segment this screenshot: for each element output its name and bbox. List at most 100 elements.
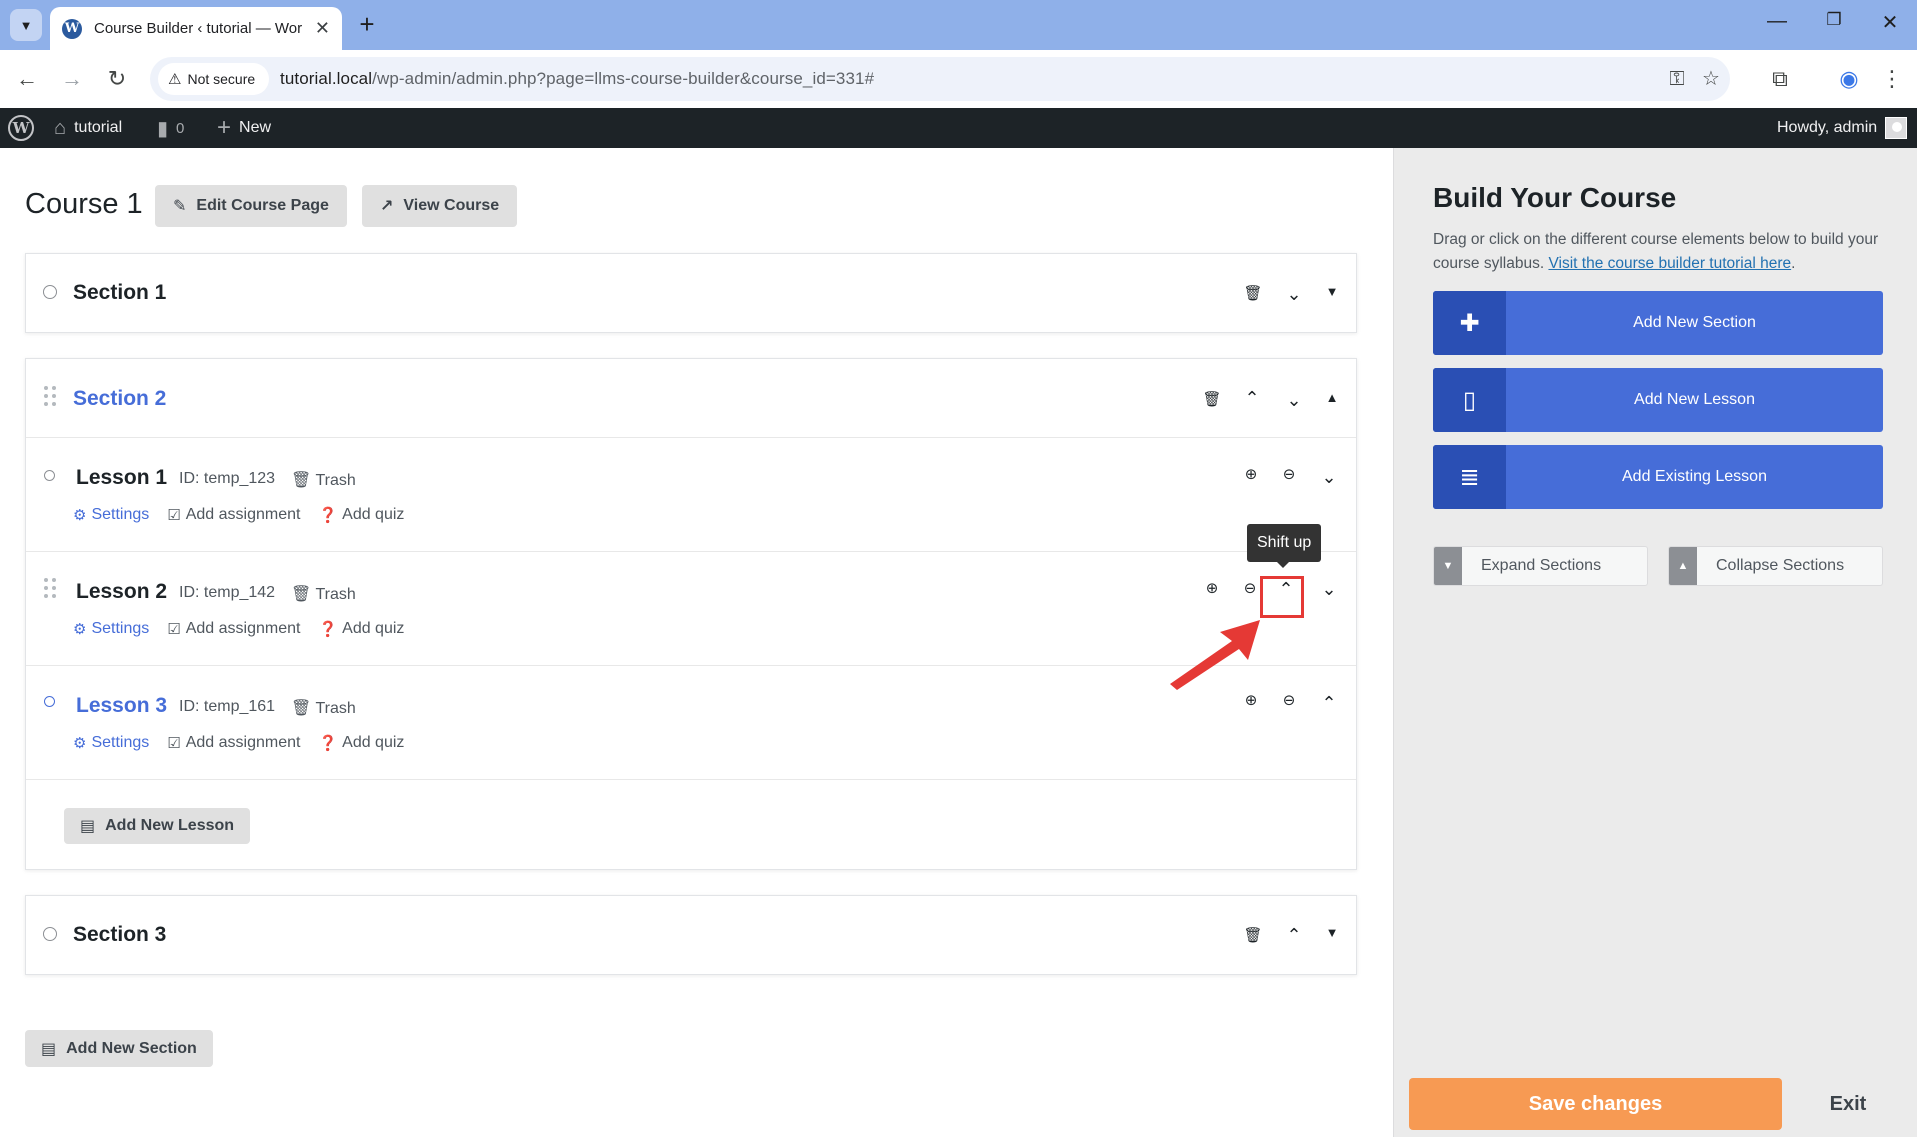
move-down-icon[interactable]: ⊖ — [1274, 460, 1304, 490]
section-card[interactable]: Section 2 🗑 ⌃ ⌄ ▲ Lesson 1 ID: temp_123 … — [25, 358, 1357, 870]
expand-sections-button[interactable]: ▼ Expand Sections — [1433, 546, 1648, 586]
account-menu[interactable]: Howdy, admin — [1777, 108, 1908, 148]
tooltip: Shift up — [1247, 524, 1322, 568]
section-card[interactable]: Section 3 🗑 ⌃ ▼ — [25, 895, 1357, 975]
section-title[interactable]: Section 1 — [73, 281, 166, 305]
add-lesson-element[interactable]: ▯ Add New Lesson — [1433, 368, 1883, 432]
trash-icon[interactable]: 🗑 — [1197, 385, 1227, 415]
lesson-trash-link[interactable]: 🗑 Trash — [291, 698, 356, 718]
collapse-caret-icon[interactable]: ▲ — [1317, 383, 1347, 413]
add-section-element[interactable]: ✚ Add New Section — [1433, 291, 1883, 355]
lesson-row[interactable]: Lesson 1 ID: temp_123 🗑 Trash ⚙ Settings … — [26, 437, 1356, 551]
trash-icon[interactable]: 🗑 — [1238, 921, 1268, 951]
extensions-icon[interactable]: ⧉ — [1764, 63, 1796, 95]
tab-search-button[interactable]: ▼ — [10, 9, 42, 41]
add-quiz-link[interactable]: ❓ Add quiz — [318, 506, 404, 524]
add-quiz-link[interactable]: ❓ Add quiz — [318, 620, 404, 638]
browser-tab[interactable]: W Course Builder ‹ tutorial — Wor ✕ — [50, 7, 342, 50]
security-chip[interactable]: ⚠ Not secure — [158, 63, 270, 95]
forward-arrow-icon[interactable]: → — [56, 63, 88, 95]
file-text-icon: ≣ — [1433, 445, 1506, 509]
shift-up-icon[interactable]: ⌃ — [1279, 920, 1309, 950]
address-bar[interactable]: ⚠ Not secure tutorial.local/wp-admin/adm… — [150, 57, 1730, 101]
trash-label: Trash — [315, 586, 356, 603]
add-existing-lesson-element[interactable]: ≣ Add Existing Lesson — [1433, 445, 1883, 509]
lesson-title[interactable]: Lesson 3 — [76, 694, 167, 718]
more-menu-icon[interactable]: ⋮ — [1876, 63, 1908, 95]
section-title[interactable]: Section 2 — [73, 387, 166, 411]
shift-up-icon[interactable]: ⌃ — [1314, 688, 1344, 718]
move-up-icon[interactable]: ⊕ — [1197, 574, 1227, 604]
site-name-link[interactable]: ⌂ tutorial — [54, 108, 122, 148]
add-assignment-link[interactable]: ☑ Add assignment — [167, 506, 300, 524]
lesson-title[interactable]: Lesson 1 — [76, 466, 167, 490]
add-quiz-link[interactable]: ❓ Add quiz — [318, 734, 404, 752]
builder-sidebar: Build Your Course Drag or click on the d… — [1393, 148, 1917, 1137]
settings-link[interactable]: ⚙ Settings — [73, 620, 149, 638]
settings-link[interactable]: ⚙ Settings — [73, 734, 149, 752]
lesson-title[interactable]: Lesson 2 — [76, 580, 167, 604]
add-new-section-button[interactable]: ▤ Add New Section — [25, 1030, 213, 1067]
lesson-trash-link[interactable]: 🗑 Trash — [291, 470, 356, 490]
url-path: /wp-admin/admin.php?page=llms-course-bui… — [372, 69, 875, 88]
profile-icon[interactable]: ◉ — [1833, 63, 1865, 95]
save-changes-button[interactable]: Save changes — [1409, 1078, 1782, 1130]
lesson-row[interactable]: Lesson 2 ID: temp_142 🗑 Trash ⚙ Settings … — [26, 551, 1356, 665]
move-up-icon[interactable]: ⊕ — [1236, 460, 1266, 490]
collapse-sections-button[interactable]: ▲ Collapse Sections — [1668, 546, 1883, 586]
view-course-button[interactable]: ↗ View Course — [362, 185, 518, 227]
wp-logo-button[interactable]: W — [8, 108, 34, 148]
new-tab-button[interactable]: + — [352, 10, 382, 40]
shift-down-icon[interactable]: ⌄ — [1314, 574, 1344, 604]
gear-icon: ⚙ — [73, 735, 87, 752]
lesson-row[interactable]: Lesson 3 ID: temp_161 🗑 Trash ⚙ Settings … — [26, 665, 1356, 779]
close-icon[interactable]: ✕ — [315, 18, 330, 39]
expand-caret-icon[interactable]: ▼ — [1317, 277, 1347, 307]
lesson-trash-link[interactable]: 🗑 Trash — [291, 584, 356, 604]
exit-button[interactable]: Exit — [1793, 1078, 1903, 1130]
shift-down-icon[interactable]: ⌄ — [1279, 279, 1309, 309]
drag-handle-icon[interactable] — [44, 386, 56, 406]
checkbox-icon: ☑ — [167, 507, 181, 524]
radio-icon — [43, 927, 57, 941]
radio-icon — [44, 696, 55, 707]
url-text[interactable]: tutorial.local/wp-admin/admin.php?page=l… — [280, 57, 874, 101]
wordpress-favicon-icon: W — [62, 18, 82, 39]
back-arrow-icon[interactable]: ← — [11, 63, 43, 95]
collapse-label: Collapse Sections — [1716, 557, 1845, 574]
url-host: tutorial.local — [280, 69, 373, 88]
add-new-lesson-button[interactable]: ▤ Add New Lesson — [64, 808, 251, 844]
shift-down-icon[interactable]: ⌄ — [1314, 462, 1344, 492]
move-up-icon[interactable]: ⊕ — [1236, 686, 1266, 716]
drag-handle-icon[interactable] — [44, 578, 56, 598]
section-title[interactable]: Section 3 — [73, 923, 166, 947]
new-content-link[interactable]: + New — [217, 108, 271, 148]
edit-course-button[interactable]: ✎ Edit Course Page — [155, 185, 347, 227]
add-assignment-label: Add assignment — [185, 506, 301, 523]
lesson-id: ID: temp_142 — [179, 584, 276, 601]
browser-tab-bar: ▼ W Course Builder ‹ tutorial — Wor ✕ + … — [0, 0, 1917, 50]
shift-down-icon[interactable]: ⌄ — [1279, 385, 1309, 415]
checkbox-icon: ☑ — [167, 735, 181, 752]
lesson-action-links: ⚙ Settings ☑ Add assignment ❓ Add quiz — [73, 506, 422, 524]
expand-caret-icon[interactable]: ▼ — [1317, 918, 1347, 948]
move-down-icon[interactable]: ⊖ — [1274, 686, 1304, 716]
trash-icon[interactable]: 🗑 — [1238, 279, 1268, 309]
window-close-icon[interactable]: ✕ — [1870, 10, 1910, 40]
add-section-label: Add New Section — [1633, 314, 1756, 331]
shift-up-icon[interactable]: ⌃ — [1237, 383, 1267, 413]
course-title: Course 1 — [25, 188, 143, 220]
home-icon: ⌂ — [54, 116, 67, 139]
add-assignment-link[interactable]: ☑ Add assignment — [167, 734, 300, 752]
restore-icon[interactable]: ❐ — [1814, 10, 1854, 40]
key-icon[interactable]: ⚿ — [1663, 65, 1691, 93]
reload-icon[interactable]: ↻ — [101, 63, 133, 95]
radio-icon — [44, 470, 55, 481]
comments-link[interactable]: ▮ 0 — [157, 108, 184, 148]
star-icon[interactable]: ☆ — [1697, 65, 1725, 93]
settings-link[interactable]: ⚙ Settings — [73, 506, 149, 524]
section-card[interactable]: Section 1 🗑 ⌄ ▼ — [25, 253, 1357, 333]
add-assignment-link[interactable]: ☑ Add assignment — [167, 620, 300, 638]
tutorial-link[interactable]: Visit the course builder tutorial here — [1548, 255, 1791, 272]
minimize-icon[interactable]: — — [1757, 10, 1797, 40]
